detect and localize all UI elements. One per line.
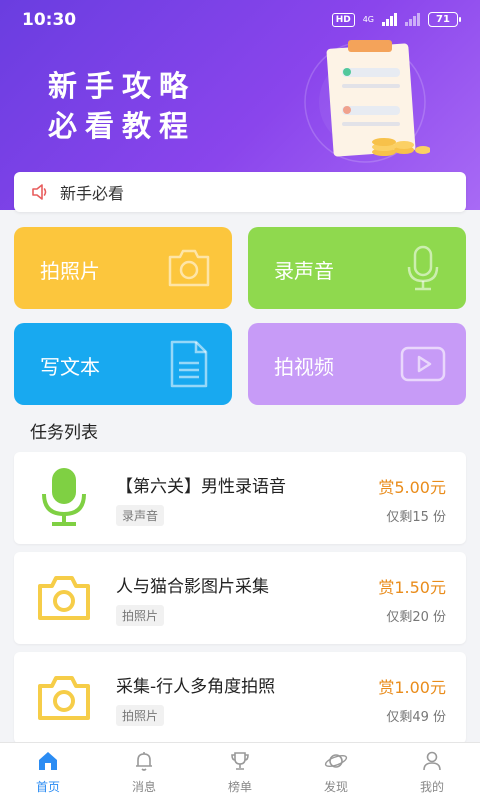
camera-icon: [38, 676, 90, 720]
signal-secondary-icon: [405, 13, 420, 26]
banner-title: 新手攻略 必看教程: [48, 66, 196, 146]
task-remaining: 仅剩20 份: [386, 610, 446, 625]
task-reward: 赏1.00元: [378, 678, 446, 697]
task-tag: 录声音: [116, 505, 165, 526]
tab-ranking[interactable]: 榜单: [192, 743, 288, 800]
task-reward: 赏5.00元: [378, 478, 446, 497]
planet-icon: [324, 754, 348, 768]
microphone-icon: [42, 468, 86, 526]
status-bar: 10:30 HD 4G 71: [0, 0, 480, 40]
category-text-button[interactable]: 写文本: [14, 323, 232, 405]
microphone-icon: [407, 245, 439, 291]
hd-badge: HD: [331, 12, 355, 27]
task-title: 【第六关】男性录语音: [116, 477, 286, 497]
task-reward: 赏1.50元: [378, 578, 446, 597]
task-title: 人与猫合影图片采集: [116, 577, 269, 597]
tab-profile-label: 我的: [419, 780, 444, 794]
trophy-icon: [231, 752, 249, 770]
category-video-label: 拍视频: [274, 355, 334, 379]
task-card[interactable]: 【第六关】男性录语音 录声音 赏5.00元 仅剩15 份: [14, 452, 466, 544]
home-icon: [39, 752, 57, 770]
network-label: 4G: [362, 15, 374, 24]
tab-messages[interactable]: 消息: [96, 743, 192, 800]
task-tag: 拍照片: [116, 705, 165, 726]
clipboard-illustration-icon: [304, 40, 430, 163]
notice-bar[interactable]: 新手必看: [14, 172, 466, 212]
category-photo-button[interactable]: 拍照片: [14, 227, 232, 309]
task-list-title: 任务列表: [30, 423, 98, 443]
tab-discover[interactable]: 发现: [288, 743, 384, 800]
tab-messages-label: 消息: [131, 780, 156, 794]
status-time: 10:30: [22, 10, 77, 30]
video-play-icon: [400, 346, 446, 382]
task-remaining: 仅剩49 份: [386, 710, 446, 725]
category-video-button[interactable]: 拍视频: [248, 323, 466, 405]
tab-home-label: 首页: [35, 780, 60, 794]
banner-line-1: 新手攻略: [48, 69, 197, 103]
tab-ranking-label: 榜单: [227, 780, 252, 794]
signal-icon: [382, 13, 397, 26]
category-text-label: 写文本: [40, 355, 100, 379]
banner-line-2: 必看教程: [48, 109, 197, 143]
camera-icon: [168, 249, 210, 287]
category-voice-label: 录声音: [274, 259, 334, 283]
bottom-tab-bar: 首页 消息 榜单 发现 我的: [0, 742, 480, 800]
document-icon: [170, 340, 208, 388]
tab-profile[interactable]: 我的: [384, 743, 480, 800]
category-photo-label: 拍照片: [40, 259, 100, 283]
notice-text: 新手必看: [60, 184, 125, 203]
tab-discover-label: 发现: [323, 780, 348, 794]
battery-level: 71: [436, 14, 450, 25]
task-remaining: 仅剩15 份: [386, 510, 446, 525]
tab-home[interactable]: 首页: [0, 743, 96, 800]
battery-icon: 71: [428, 12, 461, 27]
bell-icon: [136, 752, 152, 771]
task-card[interactable]: 采集-行人多角度拍照 拍照片 赏1.00元 仅剩49 份: [14, 652, 466, 744]
user-icon: [423, 751, 441, 771]
task-card[interactable]: 人与猫合影图片采集 拍照片 赏1.50元 仅剩20 份: [14, 552, 466, 644]
category-voice-button[interactable]: 录声音: [248, 227, 466, 309]
task-tag: 拍照片: [116, 605, 165, 626]
camera-icon: [38, 576, 90, 620]
speaker-icon: [32, 184, 47, 200]
task-title: 采集-行人多角度拍照: [116, 677, 276, 697]
